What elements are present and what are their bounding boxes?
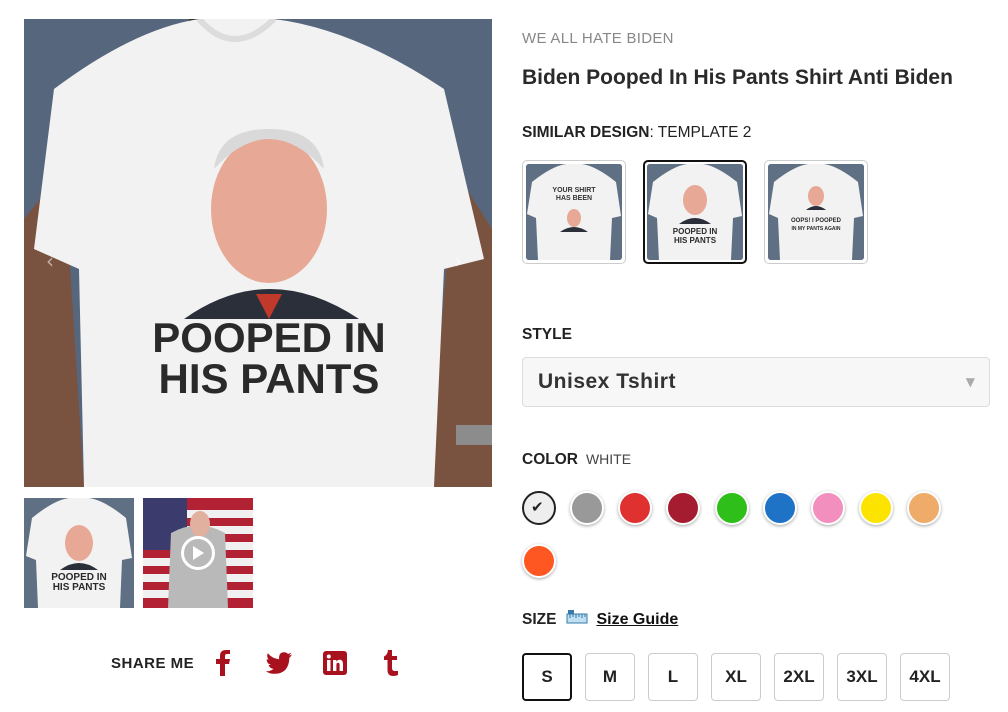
size-option-3xl[interactable]: 3XL	[837, 653, 887, 701]
color-swatch-yellow[interactable]	[859, 491, 893, 525]
design-thumbnail-1: YOUR SHIRT HAS BEEN	[526, 164, 622, 260]
print-line-1: POOPED IN	[152, 314, 385, 361]
design-option[interactable]: OOPS! I POOPED IN MY PANTS AGAIN	[764, 160, 868, 264]
similar-design-value: TEMPLATE 2	[657, 124, 752, 141]
print-line-2: HIS PANTS	[159, 355, 380, 402]
size-option-l[interactable]: L	[648, 653, 698, 701]
svg-text:OOPS! I POOPED: OOPS! I POOPED	[791, 218, 842, 224]
thumbnail-tshirt: POOPED IN HIS PANTS	[24, 498, 134, 608]
style-label: STYLE	[522, 326, 572, 343]
thumbnail-image[interactable]: POOPED IN HIS PANTS	[24, 498, 134, 608]
color-swatch-blue[interactable]	[763, 491, 797, 525]
color-swatch-green[interactable]	[715, 491, 749, 525]
svg-text:POOPED IN: POOPED IN	[673, 227, 718, 236]
tshirt-photo: POOPED IN HIS PANTS	[24, 19, 492, 487]
size-option-xl[interactable]: XL	[711, 653, 761, 701]
color-label: COLOR WHITE	[522, 451, 632, 468]
size-option-4xl[interactable]: 4XL	[900, 653, 950, 701]
size-guide-link[interactable]: Size Guide	[596, 611, 678, 629]
size-option-m[interactable]: M	[585, 653, 635, 701]
color-swatch-grey[interactable]	[570, 491, 604, 525]
design-option-selected[interactable]: POOPED IN HIS PANTS	[643, 160, 747, 264]
check-icon: ✔	[531, 498, 544, 516]
chevron-down-icon: ▼	[965, 375, 975, 389]
style-selected-value: Unisex Tshirt	[538, 370, 676, 393]
design-thumbnail-3: OOPS! I POOPED IN MY PANTS AGAIN	[768, 164, 864, 260]
facebook-icon[interactable]	[208, 648, 238, 678]
gallery-prev-arrow[interactable]: ‹	[46, 249, 54, 273]
ruler-icon	[566, 610, 588, 629]
svg-text:HAS BEEN: HAS BEEN	[556, 195, 592, 202]
color-swatch-pink[interactable]	[811, 491, 845, 525]
design-thumbnail-2: POOPED IN HIS PANTS	[647, 164, 743, 260]
color-swatch-tan[interactable]	[907, 491, 941, 525]
color-swatch-orange[interactable]	[522, 544, 556, 578]
size-label: SIZE Size Guide	[522, 610, 679, 629]
size-option-s[interactable]: S	[522, 653, 572, 701]
svg-text:YOUR SHIRT: YOUR SHIRT	[552, 187, 596, 194]
tumblr-icon[interactable]	[376, 648, 406, 678]
main-product-image[interactable]: POOPED IN HIS PANTS ‹ ›	[24, 19, 492, 487]
share-bar: SHARE ME	[111, 648, 432, 678]
svg-text:IN MY PANTS AGAIN: IN MY PANTS AGAIN	[791, 226, 840, 232]
product-title: Biden Pooped In His Pants Shirt Anti Bid…	[522, 66, 953, 89]
size-option-2xl[interactable]: 2XL	[774, 653, 824, 701]
color-swatch-maroon[interactable]	[666, 491, 700, 525]
similar-design-label: SIMILAR DESIGN: TEMPLATE 2	[522, 124, 752, 141]
gallery-next-arrow[interactable]: ›	[454, 249, 462, 273]
linkedin-icon[interactable]	[320, 648, 350, 678]
brand-name[interactable]: WE ALL HATE BIDEN	[522, 30, 674, 47]
style-select[interactable]: Unisex Tshirt ▼	[522, 357, 990, 407]
color-swatch-red[interactable]	[618, 491, 652, 525]
share-label: SHARE ME	[111, 654, 195, 672]
play-circle-icon[interactable]	[181, 536, 215, 570]
svg-text:HIS PANTS: HIS PANTS	[674, 236, 717, 245]
video-thumbnail[interactable]	[143, 498, 253, 608]
svg-text:HIS PANTS: HIS PANTS	[53, 582, 106, 593]
color-selected-value: WHITE	[585, 451, 632, 467]
twitter-icon[interactable]	[264, 648, 294, 678]
color-swatch-white[interactable]: ✔	[522, 491, 556, 525]
design-option[interactable]: YOUR SHIRT HAS BEEN	[522, 160, 626, 264]
